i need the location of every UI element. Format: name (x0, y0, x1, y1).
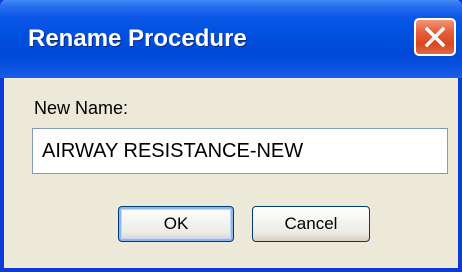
ok-button[interactable]: OK (118, 206, 234, 242)
rename-procedure-dialog: Rename Procedure New Name: OK Cancel (0, 0, 462, 272)
dialog-title: Rename Procedure (28, 25, 247, 52)
close-button[interactable] (414, 18, 456, 56)
close-x-icon (424, 26, 446, 48)
new-name-label: New Name: (34, 98, 129, 118)
new-name-input[interactable] (32, 128, 448, 174)
dialog-body: New Name: OK Cancel (4, 78, 458, 268)
cancel-button[interactable]: Cancel (252, 206, 370, 242)
title-bar[interactable]: Rename Procedure (0, 0, 462, 78)
